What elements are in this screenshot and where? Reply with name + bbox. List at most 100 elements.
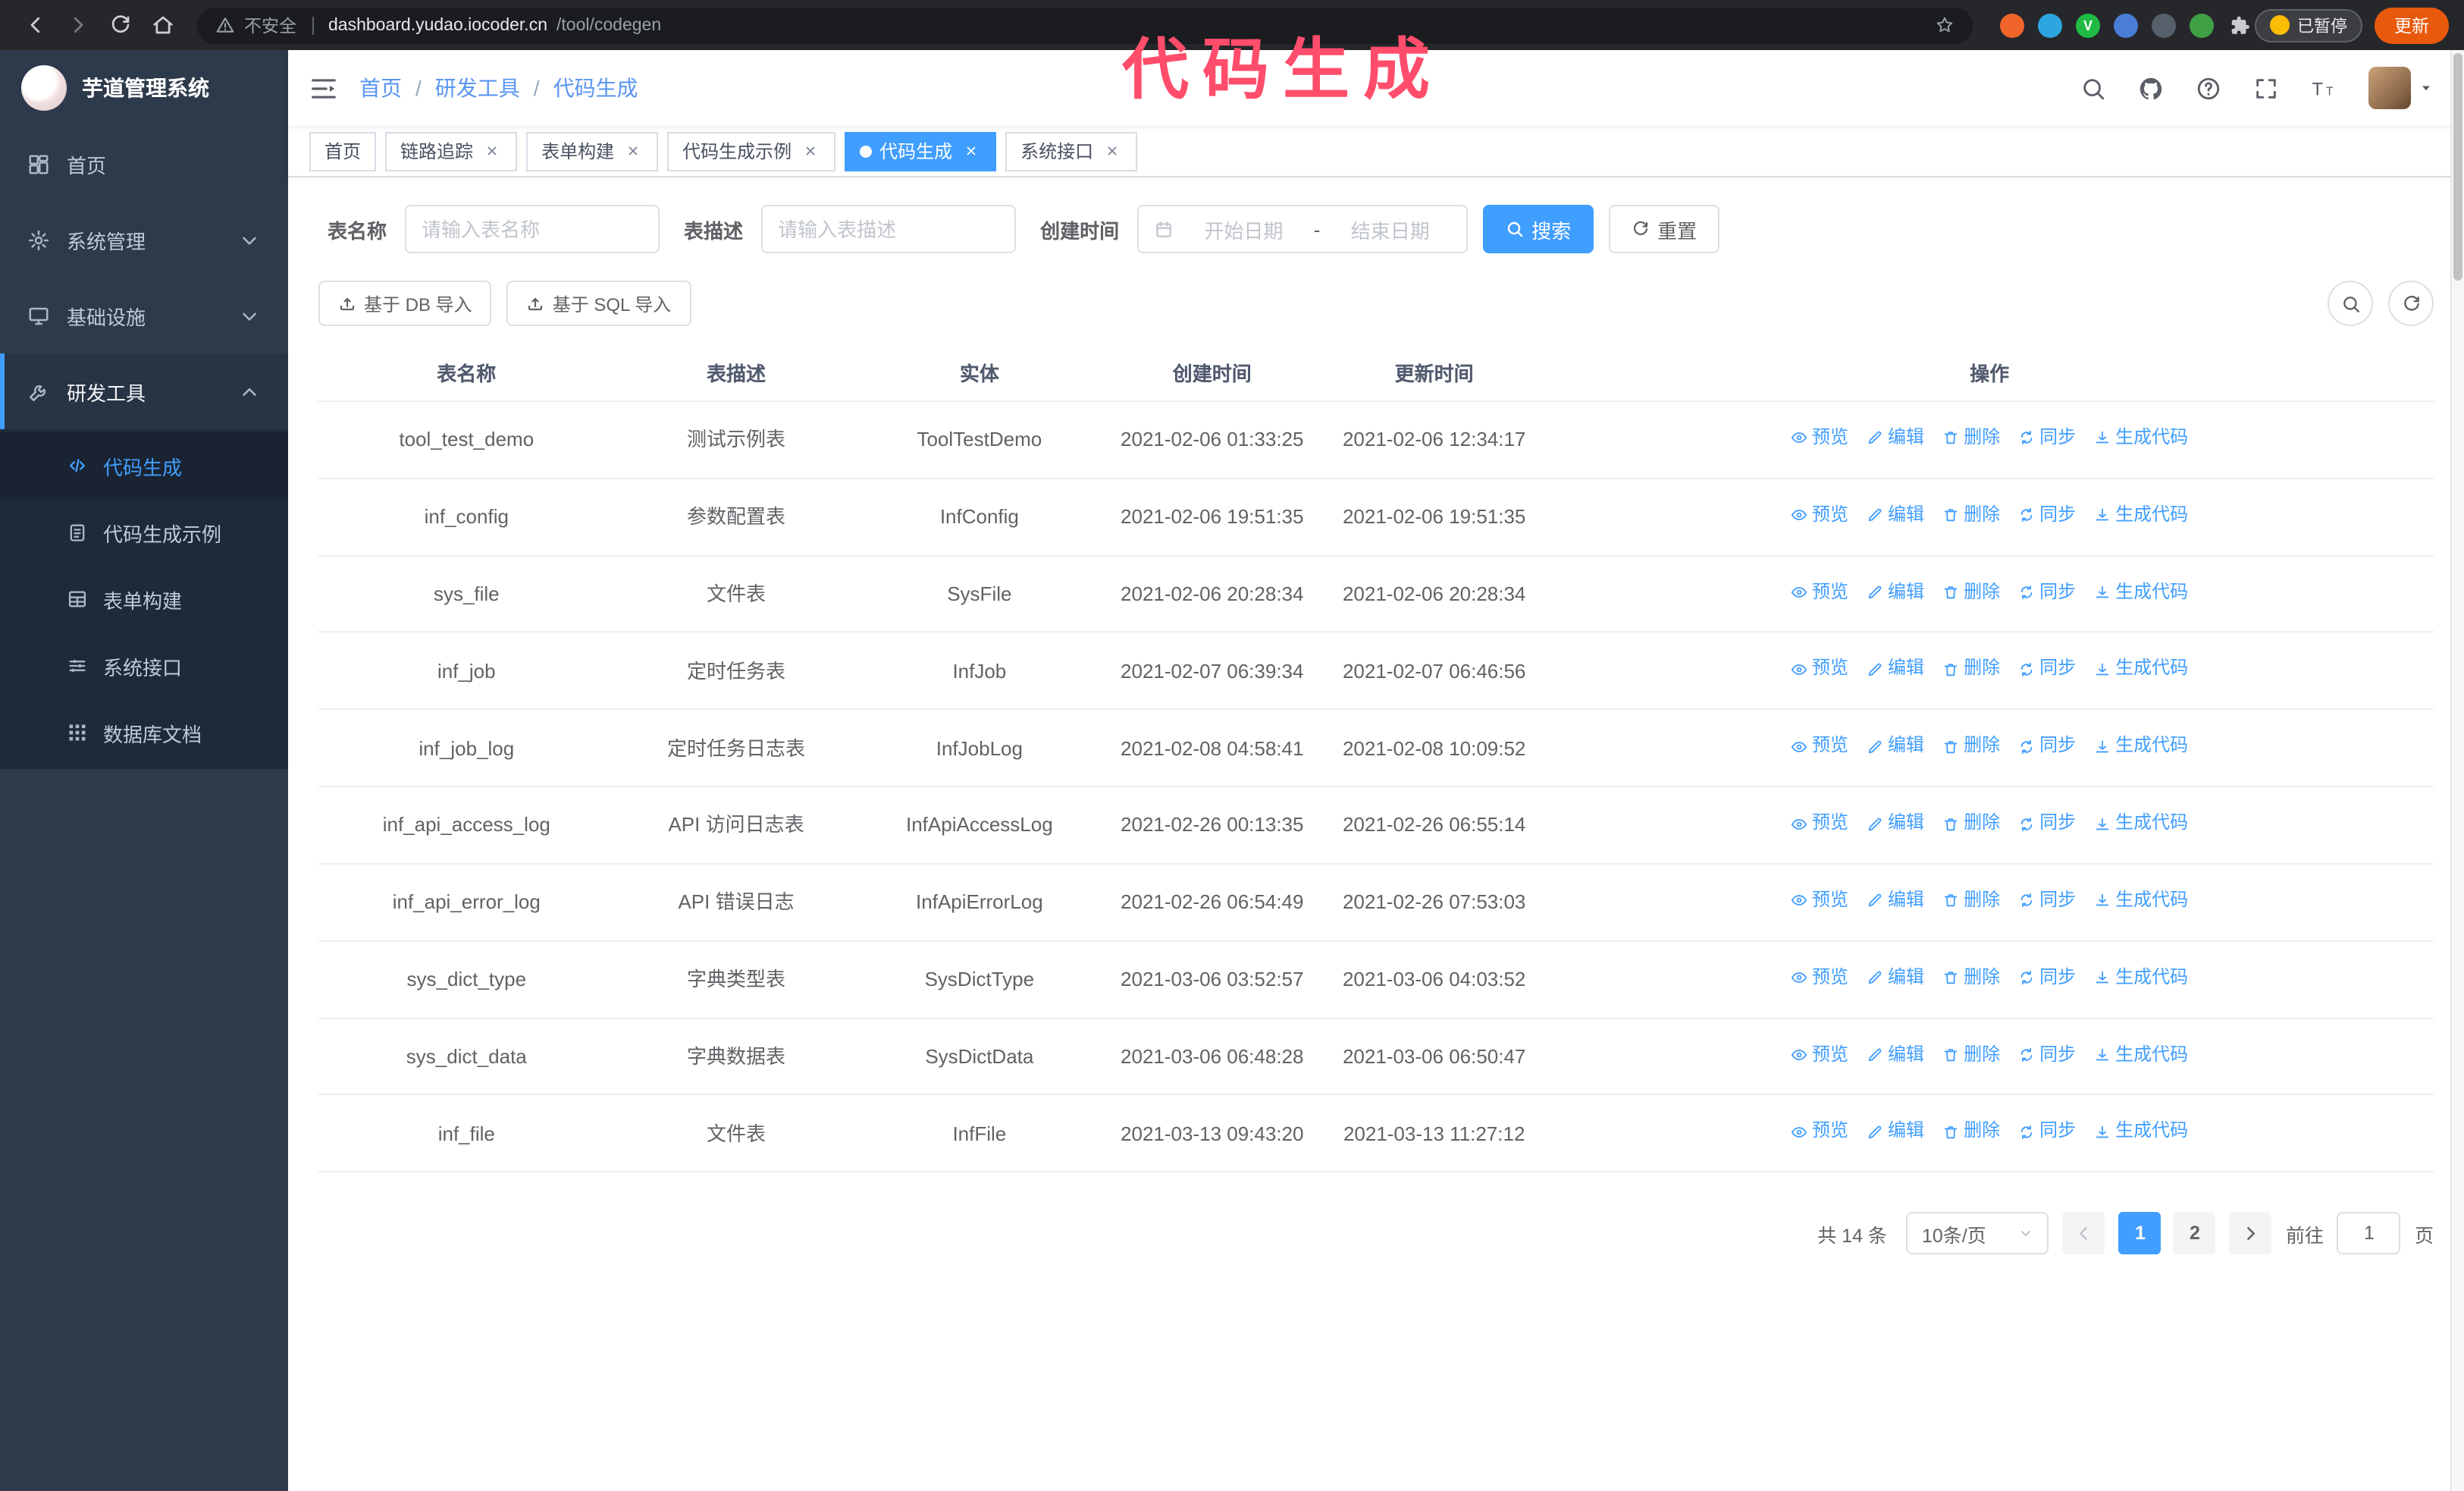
palette-extension-icon[interactable] [2152,13,2176,37]
op-edit-link[interactable]: 编辑 [1867,886,1924,916]
op-preview-link[interactable]: 预览 [1791,808,1848,839]
op-generate-link[interactable]: 生成代码 [2094,577,2188,607]
search-button[interactable]: 搜索 [1483,205,1594,253]
page-button-1[interactable]: 1 [2118,1212,2161,1255]
refresh-table-button[interactable] [2388,281,2434,326]
op-delete-link[interactable]: 删除 [1942,732,2000,762]
sidebar-item-home[interactable]: 首页 [0,126,288,202]
op-delete-link[interactable]: 删除 [1942,577,2000,607]
breadcrumb-item[interactable]: 代码生成 [553,73,638,103]
op-sync-link[interactable]: 同步 [2018,423,2076,454]
sidebar-subitem-db-doc[interactable]: 数据库文档 [0,699,288,766]
op-edit-link[interactable]: 编辑 [1867,501,1924,531]
op-sync-link[interactable]: 同步 [2018,732,2076,762]
close-tab-icon[interactable] [799,140,820,162]
op-edit-link[interactable]: 编辑 [1867,963,1924,993]
op-sync-link[interactable]: 同步 [2018,886,2076,916]
op-sync-link[interactable]: 同步 [2018,654,2076,685]
op-preview-link[interactable]: 预览 [1791,886,1848,916]
prev-page-button[interactable] [2062,1212,2105,1255]
op-preview-link[interactable]: 预览 [1791,732,1848,762]
op-generate-link[interactable]: 生成代码 [2094,732,2188,762]
users-extension-icon[interactable] [2114,13,2138,37]
drop-extension-icon[interactable] [2038,13,2062,37]
op-preview-link[interactable]: 预览 [1791,1040,1848,1070]
op-generate-link[interactable]: 生成代码 [2094,654,2188,685]
op-preview-link[interactable]: 预览 [1791,654,1848,685]
reset-button[interactable]: 重置 [1609,205,1720,253]
page-button-2[interactable]: 2 [2173,1212,2216,1255]
breadcrumb-item[interactable]: 首页 [359,73,402,103]
op-generate-link[interactable]: 生成代码 [2094,808,2188,839]
table-name-input[interactable] [405,205,660,253]
sidebar-subitem-form-build[interactable]: 表单构建 [0,566,288,632]
leaf-extension-icon[interactable] [2190,13,2214,37]
browser-home-icon[interactable] [143,5,182,45]
op-sync-link[interactable]: 同步 [2018,501,2076,531]
op-sync-link[interactable]: 同步 [2018,577,2076,607]
op-sync-link[interactable]: 同步 [2018,1117,2076,1147]
github-icon[interactable] [2138,75,2164,101]
op-sync-link[interactable]: 同步 [2018,963,2076,993]
op-generate-link[interactable]: 生成代码 [2094,963,2188,993]
sidebar-logo[interactable]: 芋道管理系统 [0,50,288,126]
tab-form-build[interactable]: 表单构建 [526,131,659,171]
browser-back-icon[interactable] [15,5,55,45]
sidebar-item-devtools[interactable]: 研发工具 [0,353,288,429]
sidebar-subitem-codegen[interactable]: 代码生成 [0,432,288,499]
scrollbar[interactable] [2450,50,2464,1491]
tab-codegen-example[interactable]: 代码生成示例 [667,131,836,171]
tab-codegen[interactable]: 代码生成 [845,131,997,171]
op-delete-link[interactable]: 删除 [1942,808,2000,839]
browser-forward-icon[interactable] [58,5,97,45]
close-tab-icon[interactable] [481,140,502,162]
close-tab-icon[interactable] [960,140,981,162]
op-preview-link[interactable]: 预览 [1791,577,1848,607]
op-edit-link[interactable]: 编辑 [1867,423,1924,454]
tab-api[interactable]: 系统接口 [1005,131,1138,171]
table-desc-input[interactable] [761,205,1017,253]
browser-reload-icon[interactable] [100,5,140,45]
op-generate-link[interactable]: 生成代码 [2094,1040,2188,1070]
op-edit-link[interactable]: 编辑 [1867,1040,1924,1070]
op-delete-link[interactable]: 删除 [1942,423,2000,454]
sidebar-toggle-icon[interactable] [309,74,338,102]
tab-trace[interactable]: 链路追踪 [385,131,518,171]
op-preview-link[interactable]: 预览 [1791,423,1848,454]
breadcrumb-item[interactable]: 研发工具 [435,73,520,103]
op-preview-link[interactable]: 预览 [1791,501,1848,531]
security-label[interactable]: 不安全 [244,13,296,37]
sidebar-item-infra[interactable]: 基础设施 [0,278,288,353]
op-sync-link[interactable]: 同步 [2018,1040,2076,1070]
sidebar-subitem-api[interactable]: 系统接口 [0,632,288,699]
profile-paused-badge[interactable]: 已暂停 [2255,8,2362,42]
scrollbar-thumb[interactable] [2453,53,2462,281]
address-bar[interactable]: 不安全 dashboard.yudao.iocoder.cn/tool/code… [197,7,1973,43]
op-preview-link[interactable]: 预览 [1791,1117,1848,1147]
sidebar-subitem-codegen-example[interactable]: 代码生成示例 [0,499,288,566]
toggle-search-button[interactable] [2328,281,2373,326]
user-menu[interactable] [2368,67,2434,109]
op-edit-link[interactable]: 编辑 [1867,577,1924,607]
sidebar-item-system[interactable]: 系统管理 [0,202,288,278]
close-tab-icon[interactable] [622,140,643,162]
op-delete-link[interactable]: 删除 [1942,654,2000,685]
browser-update-button[interactable]: 更新 [2375,7,2449,43]
op-generate-link[interactable]: 生成代码 [2094,1117,2188,1147]
op-edit-link[interactable]: 编辑 [1867,808,1924,839]
op-edit-link[interactable]: 编辑 [1867,732,1924,762]
search-icon[interactable] [2080,75,2106,101]
create-time-range-picker[interactable]: 开始日期 - 结束日期 [1137,205,1469,253]
op-edit-link[interactable]: 编辑 [1867,654,1924,685]
op-preview-link[interactable]: 预览 [1791,963,1848,993]
fox-extension-icon[interactable] [2000,13,2024,37]
import-sql-button[interactable]: 基于 SQL 导入 [506,281,691,326]
help-icon[interactable] [2196,75,2221,101]
op-delete-link[interactable]: 删除 [1942,963,2000,993]
op-generate-link[interactable]: 生成代码 [2094,423,2188,454]
tab-home[interactable]: 首页 [309,131,377,171]
op-delete-link[interactable]: 删除 [1942,1040,2000,1070]
extensions-puzzle-icon[interactable] [2229,14,2252,36]
op-delete-link[interactable]: 删除 [1942,501,2000,531]
op-delete-link[interactable]: 删除 [1942,886,2000,916]
